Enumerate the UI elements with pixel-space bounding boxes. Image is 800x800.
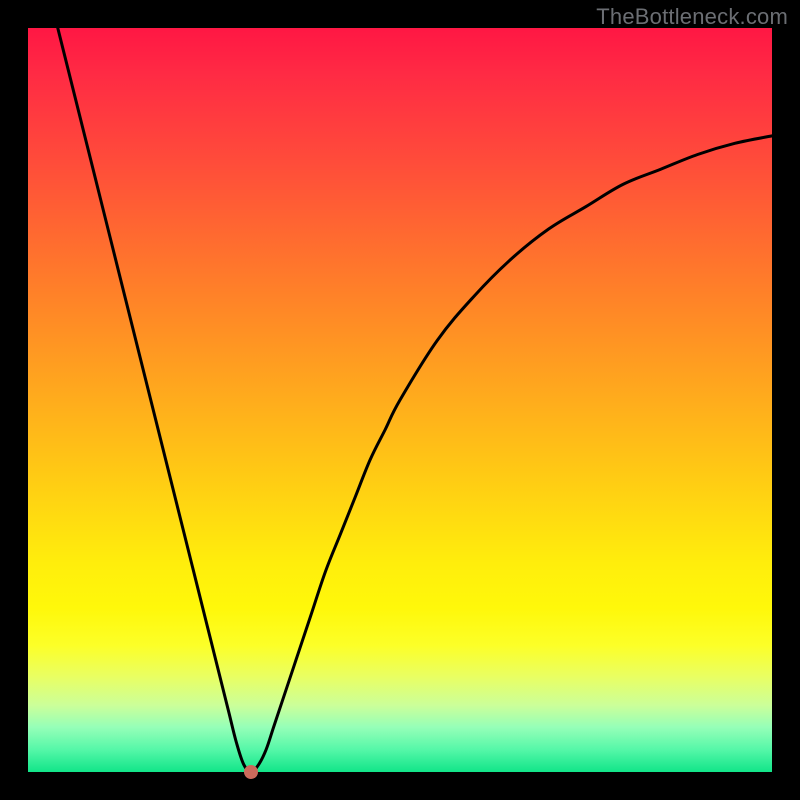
chart-area — [28, 28, 772, 772]
bottleneck-curve — [58, 28, 772, 772]
optimal-point-marker — [244, 765, 258, 779]
watermark-text: TheBottleneck.com — [596, 4, 788, 30]
chart-svg — [28, 28, 772, 772]
